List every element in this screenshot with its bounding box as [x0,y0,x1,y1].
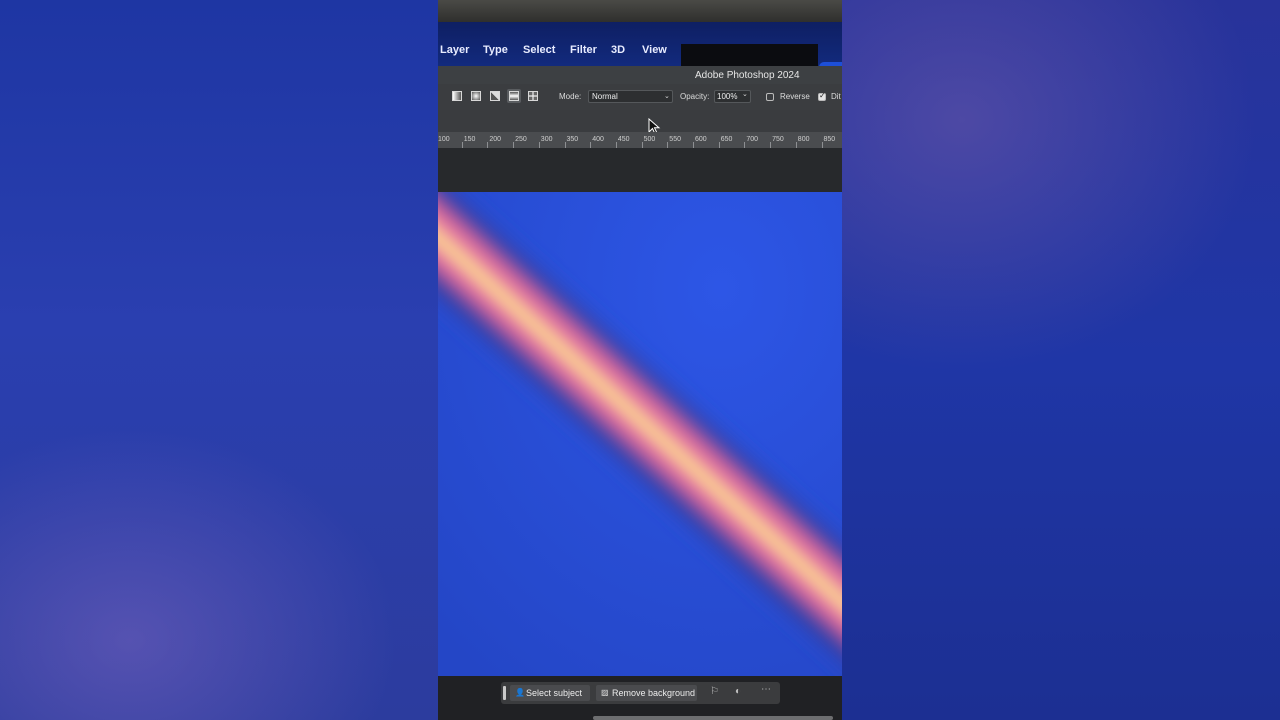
reverse-checkbox[interactable] [766,93,774,101]
mode-label: Mode: [559,92,582,101]
reverse-label: Reverse [780,92,810,101]
ruler-tick-label: 400 [592,136,604,143]
photoshop-screen: Layer Type Select Filter 3D View Pl Adob… [438,0,842,720]
ruler-tick-label: 350 [566,136,579,143]
ruler-tick-label: 300 [540,136,553,143]
app-title: Adobe Photoshop 2024 [695,70,800,81]
monitor-bezel [438,0,842,22]
reflected-gradient-button[interactable] [507,89,521,103]
ruler-tick-label: 500 [643,136,656,143]
ruler-tick-label: 550 [669,136,681,143]
ruler-tick-label: 800 [797,136,810,143]
blurred-backdrop-left [0,0,438,720]
diamond-gradient-button[interactable] [526,89,540,103]
mode-select[interactable]: Normal ⌄ [588,90,673,103]
more-options-icon[interactable]: ⋯ [761,684,771,695]
dither-checkbox[interactable] [818,91,826,101]
radial-gradient-button[interactable] [469,89,483,103]
mode-value: Normal [592,92,618,101]
document-canvas[interactable] [438,192,842,676]
linear-gradient-button[interactable] [450,89,464,103]
ruler-tick-label: 250 [515,136,527,143]
remove-background-button[interactable]: ▨ Remove background [596,685,697,701]
menu-filter[interactable]: Filter [570,44,597,56]
select-subject-button[interactable]: 👤 Select subject [510,685,590,701]
ruler-tick-label: 750 [772,136,784,143]
ruler-tick-label: 450 [617,136,630,143]
diamond-gradient-icon [528,91,538,101]
opacity-label: Opacity: [680,92,710,101]
drag-handle[interactable] [503,686,506,700]
contextual-taskbar: 👤 Select subject ▨ Remove background ⚐ ◐… [501,682,780,704]
options-bar: Mode: Normal ⌄ Opacity: 100% ⌄ Reverse D… [438,84,842,110]
menu-3d[interactable]: 3D [611,44,625,56]
ruler-tick-label: 600 [695,136,707,143]
menu-bar: Layer Type Select Filter 3D View Pl [438,22,842,84]
radial-gradient-icon [471,91,481,101]
ruler-tick-label: 650 [720,136,733,143]
menu-layer[interactable]: Layer [440,44,469,56]
pin-icon[interactable]: ⚐ [710,686,719,697]
ruler-tick-label: 150 [463,136,476,143]
select-subject-label: Select subject [526,688,583,698]
ruler-tick-label: 200 [489,136,502,143]
opacity-chevron-icon[interactable]: ⌄ [742,90,748,98]
chevron-down-icon: ⌄ [664,93,670,100]
canvas-pasteboard [438,148,842,192]
gradient-artwork [438,192,842,676]
document-tab-area [438,110,842,132]
reflected-gradient-icon [509,91,519,101]
horizontal-ruler: 100 150 200 250 300 350 400 450 500 550 600 650 700 7… [438,132,842,149]
ruler-tick-label: 700 [746,136,759,143]
opacity-value: 100% [717,92,738,101]
angle-gradient-button[interactable] [488,89,502,103]
image-icon: ▨ [601,688,609,697]
ruler-tick-label: 100 [438,136,450,143]
remove-background-label: Remove background [612,688,696,698]
linear-gradient-icon [452,91,462,101]
person-icon: 👤 [515,688,525,697]
menu-type[interactable]: Type [483,44,508,56]
menu-view[interactable]: View [642,44,667,56]
contextual-taskbar-area: 👤 Select subject ▨ Remove background ⚐ ◐… [438,676,842,720]
ruler-tick-label: 850 [823,136,836,143]
menu-select[interactable]: Select [523,44,555,56]
adjustment-icon[interactable]: ◐ [735,686,741,697]
title-bar: Adobe Photoshop 2024 [438,66,842,84]
horizontal-scrollbar[interactable] [593,716,833,720]
dither-label: Dit [831,92,841,101]
blurred-backdrop-right [842,0,1280,720]
angle-gradient-icon [490,91,500,101]
